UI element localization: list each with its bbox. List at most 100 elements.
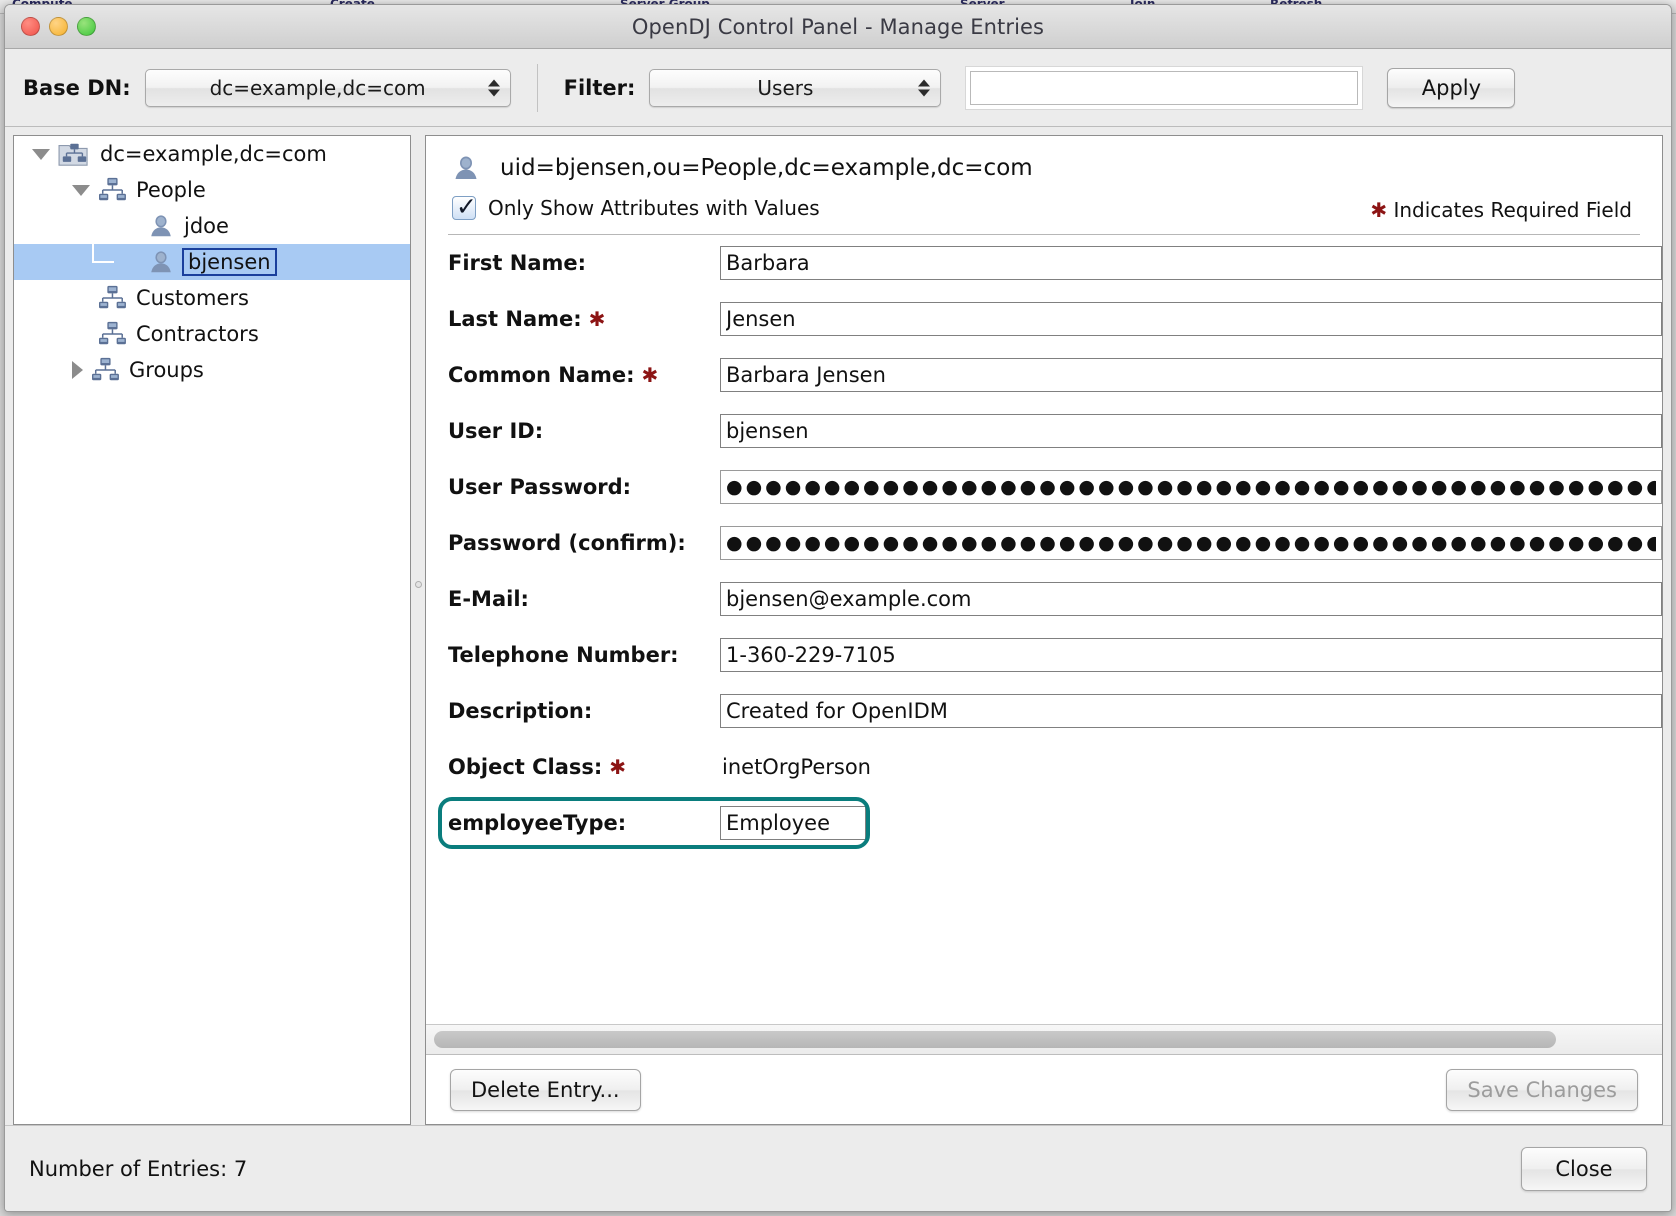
user-icon (455, 156, 477, 179)
field-input-user-id[interactable] (720, 414, 1662, 448)
field-input-employeetype[interactable] (720, 806, 866, 840)
tree-node-label: Customers (136, 286, 249, 310)
attribute-form: First Name:Last Name: ✱Common Name: ✱Use… (426, 235, 1662, 1024)
field-label-text: Object Class: (448, 755, 603, 779)
field-input-common-name[interactable] (720, 358, 1662, 392)
entry-dn-row: uid=bjensen,ou=People,dc=example,dc=com (452, 154, 1662, 182)
field-input-description[interactable] (720, 694, 1662, 728)
expand-triangle-down-icon[interactable] (32, 148, 50, 160)
field-input-telephone-number[interactable] (720, 638, 1662, 672)
only-show-attributes-label: Only Show Attributes with Values (488, 196, 820, 220)
apply-button[interactable]: Apply (1387, 67, 1516, 108)
field-label-text: First Name: (448, 251, 587, 275)
zoom-icon[interactable] (77, 17, 96, 36)
tree-node-label: Groups (129, 358, 204, 382)
tree-node-bjensen[interactable]: bjensen (14, 244, 410, 280)
toolbar-divider (536, 63, 538, 112)
split-pane-divider[interactable] (411, 135, 425, 1125)
field-row-first-name: First Name: (448, 235, 1662, 291)
search-field-wrapper (965, 65, 1364, 110)
form-horizontal-scrollbar[interactable] (426, 1024, 1662, 1054)
only-show-attributes-row: ✓ Only Show Attributes with Values ✱ Ind… (452, 192, 1662, 222)
field-label-password-confirm: Password (confirm): (448, 531, 720, 555)
base-dn-value: dc=example,dc=com (209, 75, 426, 100)
tree-node-label: dc=example,dc=com (100, 142, 327, 166)
search-toolbar: Base DN: dc=example,dc=com Filter: Users… (5, 49, 1671, 127)
required-asterisk-icon: ✱ (634, 363, 659, 387)
split-pane: dc=example,dc=com People jdoe bjensen Cu… (5, 127, 1671, 1125)
tree-node-label: Contractors (136, 322, 259, 346)
tree-node-jdoe[interactable]: jdoe (14, 208, 410, 244)
field-label-text: E-Mail: (448, 587, 529, 611)
field-row-telephone-number: Telephone Number: (448, 627, 1662, 683)
database-folder-icon (58, 143, 88, 166)
tree-node-groups[interactable]: Groups (14, 352, 410, 388)
only-show-attributes-checkbox[interactable]: ✓ (452, 192, 477, 221)
delete-entry-button[interactable]: Delete Entry... (450, 1068, 641, 1111)
field-input-e-mail[interactable] (720, 582, 1662, 616)
expand-triangle-right-icon[interactable] (72, 361, 83, 379)
entry-detail-panel: uid=bjensen,ou=People,dc=example,dc=com … (425, 135, 1663, 1125)
entries-count-label: Number of Entries: 7 (29, 1156, 248, 1181)
opendj-control-panel-window: OpenDJ Control Panel - Manage Entries Ba… (4, 4, 1672, 1212)
field-row-user-id: User ID: (448, 403, 1662, 459)
field-input-last-name[interactable] (720, 302, 1662, 336)
field-label-user-password: User Password: (448, 475, 720, 499)
tree-node-people[interactable]: People (14, 172, 410, 208)
filter-label: Filter: (563, 75, 636, 100)
field-label-text: Last Name: (448, 307, 582, 331)
close-icon[interactable] (21, 17, 40, 36)
field-label-last-name: Last Name: ✱ (448, 307, 720, 331)
filter-select[interactable]: Users (649, 68, 942, 107)
entry-tree-panel[interactable]: dc=example,dc=com People jdoe bjensen Cu… (13, 135, 411, 1125)
entry-header: uid=bjensen,ou=People,dc=example,dc=com … (426, 136, 1662, 222)
required-field-note: ✱ Indicates Required Field (1370, 198, 1632, 222)
tree-node-label: bjensen (182, 248, 277, 276)
detail-button-bar: Delete Entry... Save Changes (426, 1054, 1662, 1124)
user-icon (151, 251, 171, 273)
required-asterisk-icon: ✱ (602, 755, 627, 779)
minimize-icon[interactable] (49, 17, 68, 36)
tree-node-dc-example-dc-com[interactable]: dc=example,dc=com (14, 136, 410, 172)
field-label-object-class: Object Class: ✱ (448, 755, 720, 779)
field-row-underline (738, 823, 1662, 824)
tree-node-contractors[interactable]: Contractors (14, 316, 410, 352)
stepper-arrows-icon (918, 79, 931, 96)
field-label-first-name: First Name: (448, 251, 720, 275)
field-input-password-confirm[interactable] (720, 526, 1662, 560)
split-pane-grip-icon[interactable] (415, 581, 422, 588)
search-input[interactable] (970, 70, 1359, 105)
field-row-object-class: Object Class: ✱ inetOrgPerson (448, 739, 1662, 795)
entry-dn-text: uid=bjensen,ou=People,dc=example,dc=com (500, 155, 1033, 181)
save-changes-button[interactable]: Save Changes (1446, 1068, 1638, 1111)
stepper-arrows-icon (487, 79, 500, 96)
base-dn-select[interactable]: dc=example,dc=com (144, 68, 511, 107)
field-row-password-confirm: Password (confirm): (448, 515, 1662, 571)
field-row-description: Description: (448, 683, 1662, 739)
tree-node-customers[interactable]: Customers (14, 280, 410, 316)
field-label-text: User Password: (448, 475, 632, 499)
scrollbar-thumb[interactable] (434, 1031, 1557, 1048)
field-row-common-name: Common Name: ✱ (448, 347, 1662, 403)
close-button[interactable]: Close (1521, 1146, 1647, 1191)
field-label-text: employeeType: (448, 811, 627, 835)
tree-elbow-line (92, 244, 114, 263)
field-input-user-password[interactable] (720, 470, 1662, 504)
field-row-e-mail: E-Mail: (448, 571, 1662, 627)
field-label-e-mail: E-Mail: (448, 587, 720, 611)
expand-triangle-down-icon[interactable] (72, 184, 90, 196)
status-bar: Number of Entries: 7 Close (5, 1125, 1671, 1211)
window-controls (21, 17, 96, 36)
field-row-employeetype: employeeType: (438, 795, 1662, 851)
field-input-first-name[interactable] (720, 246, 1662, 280)
field-row-user-password: User Password: (448, 459, 1662, 515)
field-label-telephone-number: Telephone Number: (448, 643, 720, 667)
user-icon (151, 215, 171, 237)
field-label-text: Password (confirm): (448, 531, 686, 555)
checkmark-icon: ✓ (456, 192, 477, 221)
required-asterisk-icon: ✱ (581, 307, 606, 331)
